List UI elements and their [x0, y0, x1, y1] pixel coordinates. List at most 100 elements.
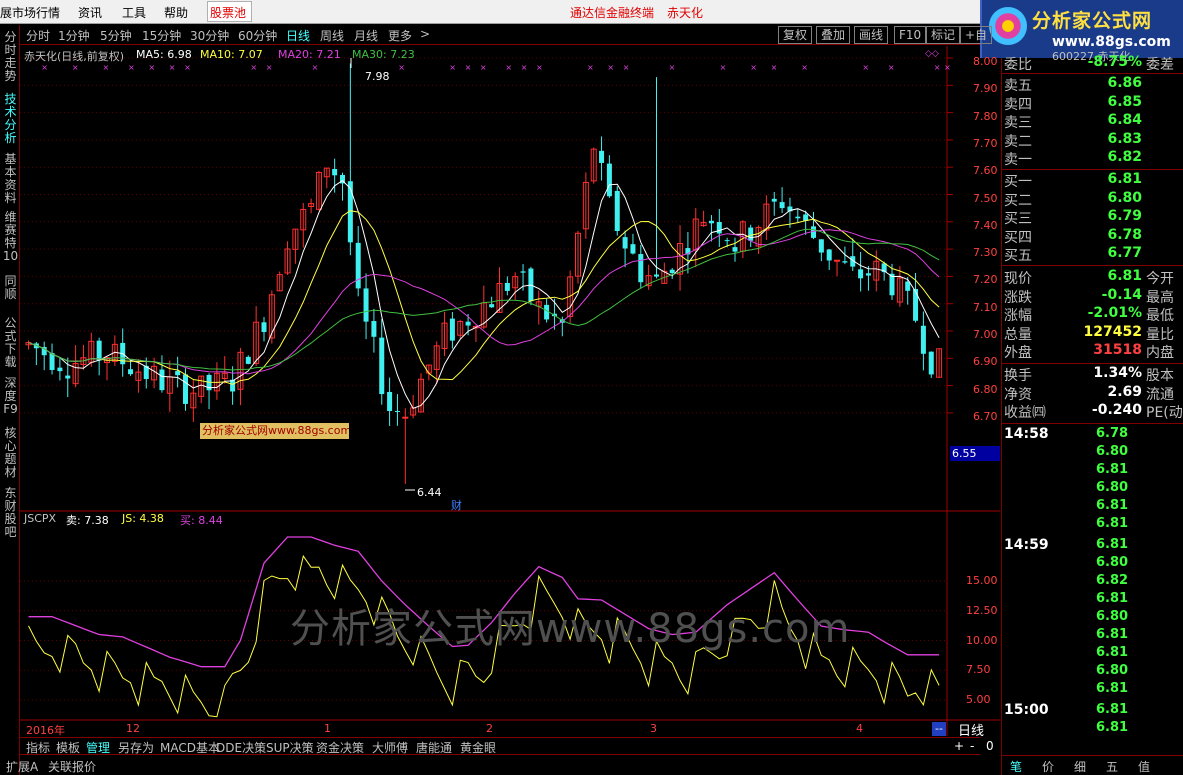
- x-label-mar: 3: [650, 722, 657, 735]
- sidebar-tab-depth[interactable]: 深度F9: [2, 377, 19, 416]
- sidebar-tab-eastmoney-forum[interactable]: 东财股吧: [2, 487, 19, 539]
- price-tick-label: 7.10: [973, 300, 998, 314]
- candle-body: [795, 216, 801, 219]
- period-30min[interactable]: 30分钟: [190, 27, 229, 44]
- tick-price: 6.81: [1096, 498, 1129, 513]
- extension-bar: 扩展A 关联报价: [6, 754, 980, 775]
- buy-level-4: 买四 6.78: [1004, 227, 1183, 246]
- watermark: 分析家公式网www.88gs.com: [290, 606, 851, 652]
- footer-tab-detail[interactable]: 细: [1074, 758, 1086, 775]
- signal-x-mark: ×: [41, 63, 48, 72]
- indicator-tick-label: 10.00: [966, 633, 998, 647]
- period-1min[interactable]: 1分钟: [58, 27, 90, 44]
- sidebar-tab-timeshare[interactable]: 分时走势: [2, 31, 19, 83]
- footer-tab-five[interactable]: 五: [1106, 758, 1118, 775]
- candle-body: [504, 282, 510, 291]
- buy-level-3-value: 6.79: [1107, 208, 1142, 224]
- indicator-tab-bar: 指标 模板 管理 另存为 MACD基本 DDE决策 SUP决策 资金决策 大师傅…: [20, 737, 994, 755]
- zoom-reset-button[interactable]: 0: [986, 739, 994, 753]
- sidebar-tab-tonghuashun[interactable]: 同顺: [2, 275, 19, 301]
- mark-button[interactable]: 标记: [926, 26, 961, 44]
- buy-level-5-label: 买五: [1004, 248, 1032, 264]
- chart-title: 赤天化(日线,前复权): [24, 50, 125, 63]
- period-60min[interactable]: 60分钟: [238, 27, 277, 44]
- stat-4: 外盘 31518 内盘: [1004, 342, 1183, 361]
- adjust-button[interactable]: 复权: [778, 26, 813, 44]
- candle-body: [449, 318, 455, 341]
- period-15min[interactable]: 15分钟: [142, 27, 181, 44]
- price-tick-label: 7.60: [973, 164, 998, 178]
- sidebar-tab-formula-download[interactable]: 公式下载: [2, 317, 19, 369]
- finance-marker[interactable]: 财: [451, 497, 462, 513]
- sidebar-tab-fundamental[interactable]: 基本资料: [2, 153, 19, 205]
- draw-line-button[interactable]: 画线: [854, 26, 889, 44]
- zoom-in-button[interactable]: +: [954, 739, 964, 753]
- buy-level-1-label: 买一: [1004, 174, 1032, 190]
- tick-time-label: 14:58: [1004, 426, 1049, 442]
- stock-pool-label[interactable]: 股票池: [210, 4, 246, 21]
- candle-body: [865, 273, 871, 276]
- period-weekly[interactable]: 周线: [320, 27, 344, 44]
- period-5min[interactable]: 5分钟: [100, 27, 132, 44]
- candle-body: [779, 202, 785, 209]
- candle-body: [465, 321, 471, 326]
- signal-x-mark: ×: [587, 63, 594, 72]
- tick-price: 6.80: [1096, 480, 1129, 495]
- x-label-2016: 2016年: [26, 724, 65, 737]
- period-monthly[interactable]: 月线: [354, 27, 378, 44]
- signal-x-mark: ×: [750, 63, 757, 72]
- candle-body: [771, 198, 777, 202]
- buy-level-2-value: 6.80: [1107, 189, 1142, 206]
- stat-0-label: 现价: [1004, 271, 1032, 287]
- stat-0-value: 6.81: [1107, 268, 1142, 284]
- period-timeshare[interactable]: 分时: [26, 27, 50, 44]
- sell-level-1-label: 卖一: [1004, 152, 1032, 168]
- promo-tip[interactable]: 分析家公式网www.88gs.com: [200, 423, 349, 439]
- overlay-button[interactable]: 叠加: [816, 26, 851, 44]
- sidebar-tab-technical[interactable]: 技术分析: [2, 93, 19, 145]
- flower-logo-icon: [986, 4, 1030, 48]
- signal-x-mark: ×: [128, 63, 135, 72]
- indicator-name: JSCPX: [24, 512, 57, 525]
- candle-body: [724, 240, 730, 242]
- ma30-legend: MA30: 7.23: [352, 48, 415, 61]
- candle-body: [630, 244, 636, 254]
- candle-body: [332, 168, 338, 176]
- candle-body: [614, 190, 620, 231]
- chevron-right-icon[interactable]: >: [420, 27, 430, 41]
- period-more[interactable]: 更多: [388, 27, 412, 44]
- signal-x-mark: ×: [312, 63, 319, 72]
- menu-tools[interactable]: 工具: [122, 4, 146, 21]
- tick-price: 6.80: [1096, 609, 1129, 624]
- candle-body: [183, 374, 188, 404]
- tab-related-quotes[interactable]: 关联报价: [48, 758, 96, 775]
- sell-level-3: 卖三 6.84: [1004, 112, 1183, 131]
- custom-button[interactable]: +自: [960, 26, 993, 44]
- tick-time: 14:58 6.78 6.80 6.81 6.80 6.81 6.81: [1004, 426, 1183, 531]
- period-toolbar: 分时 1分钟 5分钟 15分钟 30分钟 60分钟 日线 周线 月线 更多 > …: [20, 25, 993, 45]
- footer-tab-trades[interactable]: 笔: [1010, 758, 1022, 775]
- price-tick-label: 7.00: [973, 328, 998, 341]
- sidebar-tab-core-topic[interactable]: 核心题材: [2, 427, 19, 479]
- sell-level-2-label: 卖二: [1004, 133, 1032, 150]
- scroll-end-box[interactable]: --: [932, 722, 946, 736]
- footer-tab-price[interactable]: 价: [1042, 758, 1054, 775]
- zoom-out-button[interactable]: -: [970, 739, 974, 753]
- menu-market[interactable]: 展市场行情: [0, 4, 60, 21]
- buy-level-2-label: 买二: [1004, 192, 1032, 209]
- buy-level-5-value: 6.77: [1107, 245, 1142, 261]
- sidebar-tab-weisaite[interactable]: 维赛特10: [2, 211, 19, 263]
- tab-extension-a[interactable]: 扩展A: [6, 758, 38, 775]
- f10-button[interactable]: F10: [894, 26, 927, 44]
- menu-news[interactable]: 资讯: [78, 4, 102, 21]
- menu-help[interactable]: 帮助: [164, 4, 188, 21]
- candle-body: [65, 375, 71, 379]
- signal-x-mark: ×: [449, 63, 456, 72]
- footer-tab-value[interactable]: 值: [1138, 758, 1150, 775]
- price-tick-label: 8.00: [973, 55, 998, 68]
- candle-body: [379, 337, 385, 395]
- candle-body: [230, 379, 236, 392]
- tick-price: 6.80: [1096, 663, 1129, 678]
- period-daily[interactable]: 日线: [286, 27, 310, 44]
- candle-body: [708, 220, 714, 224]
